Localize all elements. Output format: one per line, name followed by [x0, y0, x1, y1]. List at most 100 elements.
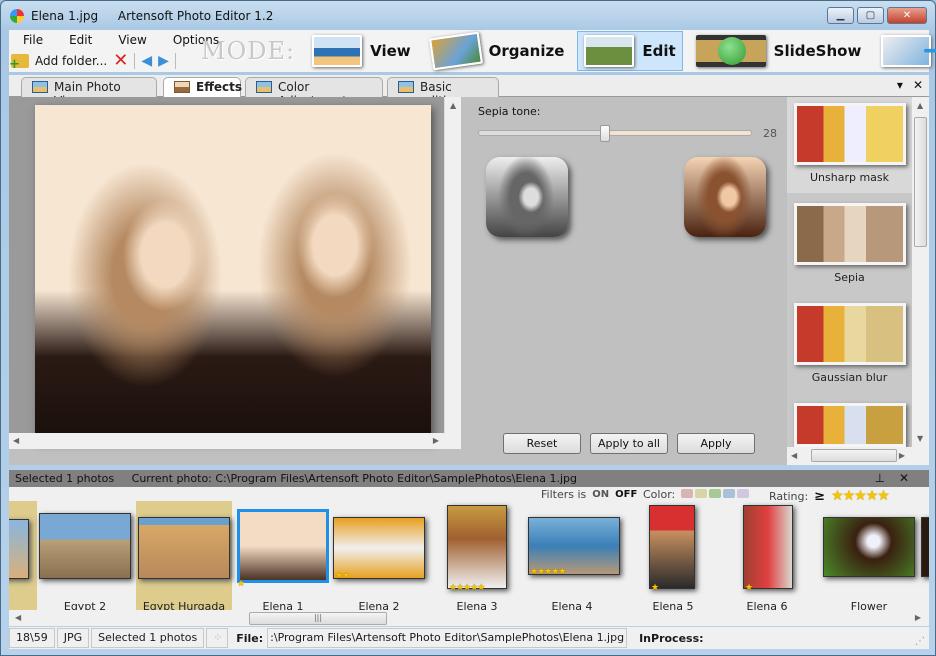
before-preview: [486, 157, 568, 237]
scroll-thumb[interactable]: [811, 449, 897, 462]
scroll-down-icon[interactable]: ▼: [917, 434, 923, 443]
editor-area: ▲ ▼ ◀ ▶ Sepia tone: 28 Reset Apply to al…: [9, 97, 929, 465]
effect-item[interactable]: [787, 397, 912, 447]
apply-button[interactable]: Apply: [677, 433, 755, 454]
scroll-right-icon[interactable]: ▶: [433, 436, 439, 445]
add-folder-button[interactable]: Add folder...: [35, 54, 107, 68]
tab-main-photo-view[interactable]: Main Photo View: [21, 77, 157, 108]
thumbnail-egypt-2[interactable]: Egypt 2: [37, 501, 133, 613]
status-bar: 18\59 JPG Selected 1 photos ⁘ File: :\Pr…: [9, 627, 929, 649]
forward-arrow-icon[interactable]: ▶: [158, 53, 169, 69]
thumbnail-elena-2[interactable]: ★★ Elena 2: [331, 501, 427, 613]
tab-dropdown-icon[interactable]: ▾: [897, 78, 903, 92]
photo-strip: Filters is ON OFF Color: Rating: ≥ ★★★★★…: [9, 487, 929, 626]
scroll-left-icon[interactable]: ◀: [791, 451, 797, 460]
thumbnail-rating: ★★★★★: [449, 583, 485, 593]
effect-gaussian-blur[interactable]: Gaussian blur: [787, 297, 912, 393]
mode-slideshow-label: SlideShow: [773, 42, 862, 60]
reset-button[interactable]: Reset: [503, 433, 581, 454]
thumbnail-egypt-hurgada[interactable]: Egypt Hurgada: [136, 501, 232, 613]
thumbnail-item[interactable]: [9, 501, 37, 611]
color-swatch[interactable]: [723, 489, 736, 498]
slider-thumb[interactable]: [600, 125, 611, 142]
strip-horizontal-scrollbar[interactable]: ◀ ||| ▶: [9, 610, 929, 626]
effect-settings-panel: Sepia tone: 28 Reset Apply to all Apply: [478, 97, 788, 465]
color-swatch[interactable]: [737, 489, 750, 498]
scroll-up-icon[interactable]: ▲: [917, 101, 923, 110]
tab-color-adjustments[interactable]: Color Adjustments: [245, 77, 383, 108]
back-arrow-icon[interactable]: ◀: [141, 53, 152, 69]
file-name: Elena 1.jpg: [31, 9, 99, 23]
pin-icon[interactable]: ⊥: [875, 471, 885, 485]
mode-export-button[interactable]: Export: [874, 31, 936, 71]
color-swatch[interactable]: [695, 489, 708, 498]
inprocess-label: InProcess:: [639, 631, 704, 645]
scroll-left-icon[interactable]: ◀: [15, 613, 21, 622]
photo-count: 18\59: [9, 628, 55, 648]
thumbnail-elena-4[interactable]: ★★★★★ Elena 4: [524, 501, 620, 613]
effects-horizontal-scrollbar[interactable]: ◀ ▶: [787, 447, 929, 465]
close-window-button[interactable]: ✕: [887, 7, 927, 24]
color-label: Color:: [643, 488, 676, 501]
toolbar-area: File Edit View Options Add folder... ✕ ◀…: [9, 30, 936, 72]
apply-to-all-button[interactable]: Apply to all: [590, 433, 668, 454]
thumbnail-rating: ★: [651, 583, 659, 593]
strip-header: Selected 1 photos Current photo: C:\Prog…: [9, 470, 929, 487]
filters-toggle: Filters is ON OFF: [541, 488, 637, 501]
effect-unsharp-mask[interactable]: Unsharp mask: [787, 97, 912, 193]
strip-close-icon[interactable]: ✕: [899, 471, 909, 485]
minimize-button[interactable]: ▁: [827, 7, 854, 24]
thumbnail-elena-1[interactable]: ★ Elena 1: [235, 501, 331, 613]
sepia-tone-value: 28: [763, 127, 777, 140]
title-bar: Elena 1.jpg Artensoft Photo Editor 1.2 ▁…: [1, 1, 935, 31]
menu-file[interactable]: File: [9, 30, 55, 49]
scroll-right-icon[interactable]: ▶: [899, 451, 905, 460]
tab-basic-editings[interactable]: Basic editings: [387, 77, 499, 108]
edit-mode-icon: [584, 35, 635, 67]
effects-vertical-scrollbar[interactable]: ▲ ▼: [912, 97, 929, 447]
scroll-thumb[interactable]: |||: [249, 612, 387, 625]
mode-bar: MODE: View Organize Edit SlideShow Expor…: [201, 30, 936, 72]
photo-view-icon: [32, 81, 48, 93]
mode-edit-button[interactable]: Edit: [577, 31, 683, 71]
effect-sepia[interactable]: Sepia: [787, 197, 912, 293]
thumbnail-elena-6[interactable]: ★ Elena 6: [719, 501, 815, 613]
effect-thumbnail: [793, 203, 906, 265]
scroll-up-icon[interactable]: ▲: [450, 101, 456, 110]
thumbnail-flower[interactable]: Flower: [821, 501, 917, 613]
thumbnail-rating: ★: [237, 579, 245, 589]
color-swatch[interactable]: [681, 489, 694, 498]
thumbnail-elena-5[interactable]: ★ Elena 5: [625, 501, 721, 613]
menu-edit[interactable]: Edit: [55, 30, 104, 49]
filter-on-button[interactable]: ON: [592, 489, 609, 500]
mode-organize-button[interactable]: Organize: [424, 31, 572, 71]
app-window: Elena 1.jpg Artensoft Photo Editor 1.2 ▁…: [0, 0, 936, 656]
scroll-left-icon[interactable]: ◀: [13, 436, 19, 445]
export-mode-icon: [881, 33, 936, 68]
scroll-thumb[interactable]: [914, 117, 927, 247]
current-photo: [35, 105, 431, 441]
delete-icon[interactable]: ✕: [113, 52, 128, 70]
effects-icon: [174, 81, 190, 93]
tab-effects[interactable]: Effects: [163, 77, 242, 98]
thumbnail-elena-3[interactable]: ★★★★★ Elena 3: [429, 501, 525, 613]
mode-view-button[interactable]: View: [305, 31, 418, 71]
photo-horizontal-scrollbar[interactable]: ◀ ▶: [9, 433, 461, 449]
menu-view[interactable]: View: [104, 30, 158, 49]
scroll-right-icon[interactable]: ▶: [915, 613, 921, 622]
selection-status: Selected 1 photos: [91, 628, 205, 648]
photo-vertical-scrollbar[interactable]: ▲ ▼: [444, 97, 461, 449]
sepia-tone-slider[interactable]: [478, 125, 752, 142]
resize-grip-icon[interactable]: ⋰: [915, 636, 925, 647]
thumbnail-image: [39, 513, 131, 579]
mode-organize-label: Organize: [488, 42, 565, 60]
filter-off-button[interactable]: OFF: [615, 489, 637, 500]
maximize-button[interactable]: ▢: [857, 7, 884, 24]
thumbnail-image: [138, 517, 230, 579]
tab-bar: Main Photo View Effects Color Adjustment…: [9, 75, 929, 108]
mode-view-label: View: [370, 42, 411, 60]
tab-close-icon[interactable]: ✕: [913, 78, 923, 92]
mode-slideshow-button[interactable]: SlideShow: [689, 31, 869, 71]
color-swatch[interactable]: [709, 489, 722, 498]
filters-label: Filters is: [541, 488, 587, 501]
